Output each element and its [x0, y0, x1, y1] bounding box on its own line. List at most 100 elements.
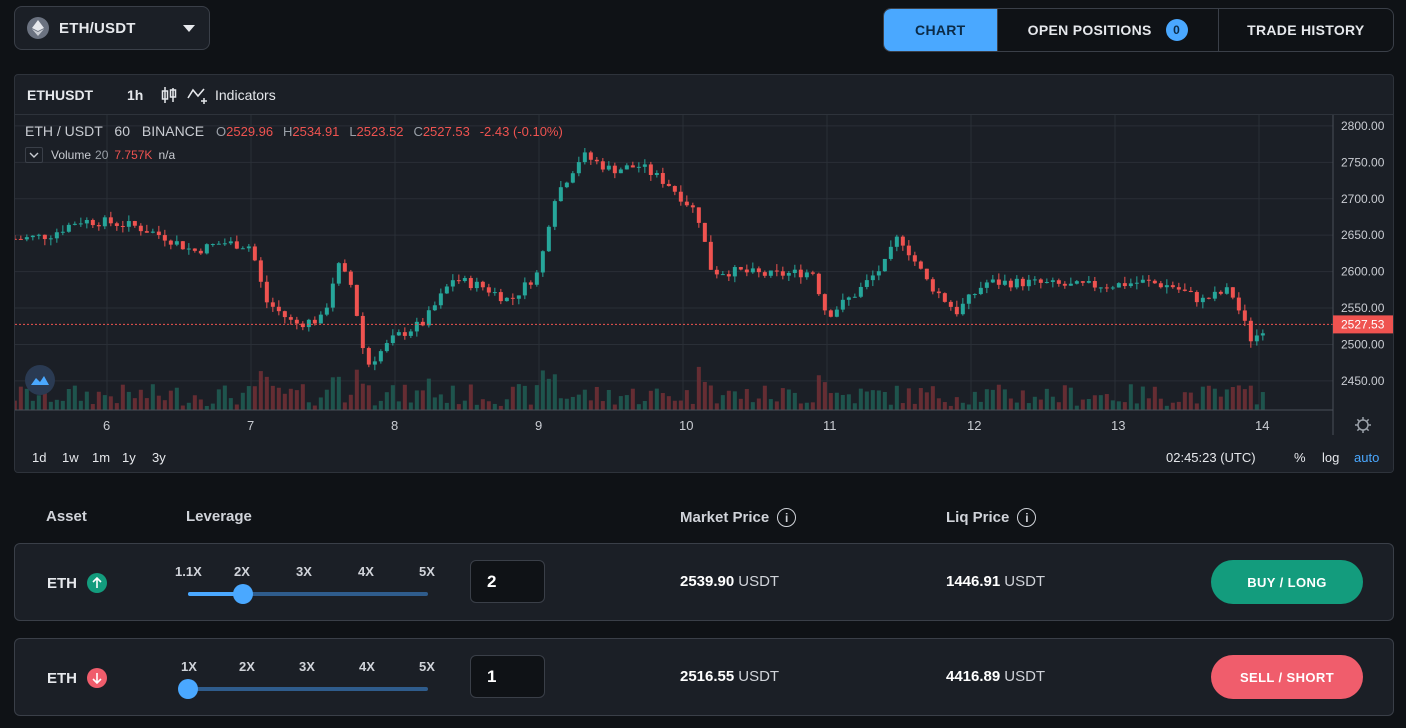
lev-mark[interactable]: 3X	[296, 564, 312, 579]
candle-body	[576, 162, 581, 174]
price-tick-label: 2800.00	[1341, 119, 1385, 133]
volume-bar	[432, 397, 437, 410]
indicators-button[interactable]: Indicators	[187, 86, 276, 104]
info-icon[interactable]: i	[777, 508, 797, 527]
legend-high: 2534.91	[292, 124, 340, 139]
candle-body	[402, 332, 407, 336]
candle-body	[204, 244, 209, 254]
candle-body	[948, 301, 953, 307]
candle-body	[1086, 281, 1091, 283]
candle-body	[864, 280, 869, 287]
candle-style-icon[interactable]	[161, 86, 177, 104]
chart-panel: ETHUSDT 1h Indicators 2800.00 2750.00 2700…	[14, 74, 1394, 473]
leverage-header: Leverage	[186, 508, 252, 525]
volume-bar	[840, 394, 845, 410]
lev-mark[interactable]: 2X	[239, 659, 255, 674]
range-1w[interactable]: 1w	[62, 450, 79, 465]
candle-body	[168, 240, 173, 245]
long-leverage-input[interactable]: 2	[470, 560, 545, 603]
candle-body	[660, 173, 665, 184]
candle-body	[192, 248, 197, 251]
lev-mark[interactable]: 4X	[358, 564, 374, 579]
short-market-price: 2516.55 USDT	[680, 668, 779, 685]
lev-mark[interactable]: 5X	[419, 659, 435, 674]
volume-bar	[1062, 385, 1067, 410]
volume-bar	[222, 385, 227, 410]
candle-body	[1242, 310, 1247, 321]
volume-bar	[714, 403, 719, 410]
lev-mark[interactable]: 2X	[234, 564, 250, 579]
pair-selector[interactable]: ETH/USDT	[14, 6, 210, 50]
volume-bar	[444, 402, 449, 410]
arrow-down-icon	[87, 668, 107, 688]
symbol-button[interactable]: ETHUSDT	[27, 87, 107, 103]
candle-body	[198, 250, 203, 254]
short-leverage-handle[interactable]	[178, 679, 198, 699]
range-1d[interactable]: 1d	[32, 450, 46, 465]
lev-mark[interactable]: 4X	[359, 659, 375, 674]
candle-body	[798, 269, 803, 278]
candle-body	[1230, 287, 1235, 298]
volume-bar	[276, 387, 281, 410]
range-1m[interactable]: 1m	[92, 450, 110, 465]
time-tick-label: 6	[103, 418, 110, 433]
long-leverage-handle[interactable]	[233, 584, 254, 604]
volume-bar	[144, 398, 149, 410]
short-leverage-slider[interactable]	[188, 687, 428, 691]
auto-scale-toggle[interactable]: auto	[1354, 450, 1379, 465]
candle-body	[1206, 297, 1211, 299]
sell-short-button[interactable]: SELL / SHORT	[1211, 655, 1363, 699]
volume-bar	[396, 401, 401, 410]
candle-body	[606, 165, 611, 170]
percent-scale-toggle[interactable]: %	[1294, 450, 1306, 465]
liq-price-header: Liq Price i	[946, 508, 1037, 527]
volume-bar	[1158, 398, 1163, 410]
candle-body	[870, 275, 875, 281]
volume-bar	[726, 390, 731, 410]
candle-body	[1008, 280, 1013, 288]
volume-bar	[822, 382, 827, 410]
volume-bar	[36, 395, 41, 410]
candle-body	[270, 302, 275, 307]
log-scale-toggle[interactable]: log	[1322, 450, 1339, 465]
timeframe-button[interactable]: 1h	[127, 87, 157, 103]
price-tick-label: 2450.00	[1341, 374, 1385, 388]
lev-mark[interactable]: 1.1X	[175, 564, 202, 579]
candle-body	[276, 306, 281, 312]
view-tabs: CHART OPEN POSITIONS 0 TRADE HISTORY	[883, 8, 1394, 52]
volume-bar	[486, 401, 491, 410]
range-3y[interactable]: 3y	[152, 450, 166, 465]
info-icon[interactable]: i	[1017, 508, 1037, 527]
volume-bar	[774, 401, 779, 410]
tradingview-logo-icon[interactable]	[25, 365, 55, 395]
unit-label: USDT	[1004, 573, 1046, 590]
tab-trade-history-label: TRADE HISTORY	[1247, 22, 1365, 38]
price-chart[interactable]: 2800.00 2750.00 2700.00 2650.00 2600.00 2550.…	[15, 115, 1394, 473]
tab-open-positions[interactable]: OPEN POSITIONS 0	[998, 9, 1219, 51]
candle-body	[1152, 280, 1157, 284]
lev-mark[interactable]: 5X	[419, 564, 435, 579]
volume-bar	[372, 405, 377, 410]
volume-bar	[678, 400, 683, 410]
lev-mark[interactable]: 3X	[299, 659, 315, 674]
buy-long-button[interactable]: BUY / LONG	[1211, 560, 1363, 604]
candle-body	[744, 269, 749, 273]
collapse-legend-button[interactable]	[25, 147, 43, 163]
utc-clock: 02:45:23 (UTC)	[1166, 450, 1256, 465]
short-leverage-input[interactable]: 1	[470, 655, 545, 698]
volume-bar	[978, 401, 983, 410]
candle-body	[210, 244, 215, 246]
volume-bar	[642, 400, 647, 410]
volume-bar	[15, 400, 17, 410]
range-1y[interactable]: 1y	[122, 450, 136, 465]
tab-chart[interactable]: CHART	[884, 9, 998, 51]
volume-bar	[162, 400, 167, 410]
indicators-icon	[187, 87, 207, 104]
tab-trade-history[interactable]: TRADE HISTORY	[1219, 9, 1393, 51]
volume-bar	[576, 394, 581, 410]
candle-body	[504, 297, 509, 302]
volume-bar	[60, 400, 65, 410]
candle-body	[1224, 287, 1229, 294]
volume-bar	[96, 391, 101, 410]
lev-mark[interactable]: 1X	[181, 659, 197, 674]
